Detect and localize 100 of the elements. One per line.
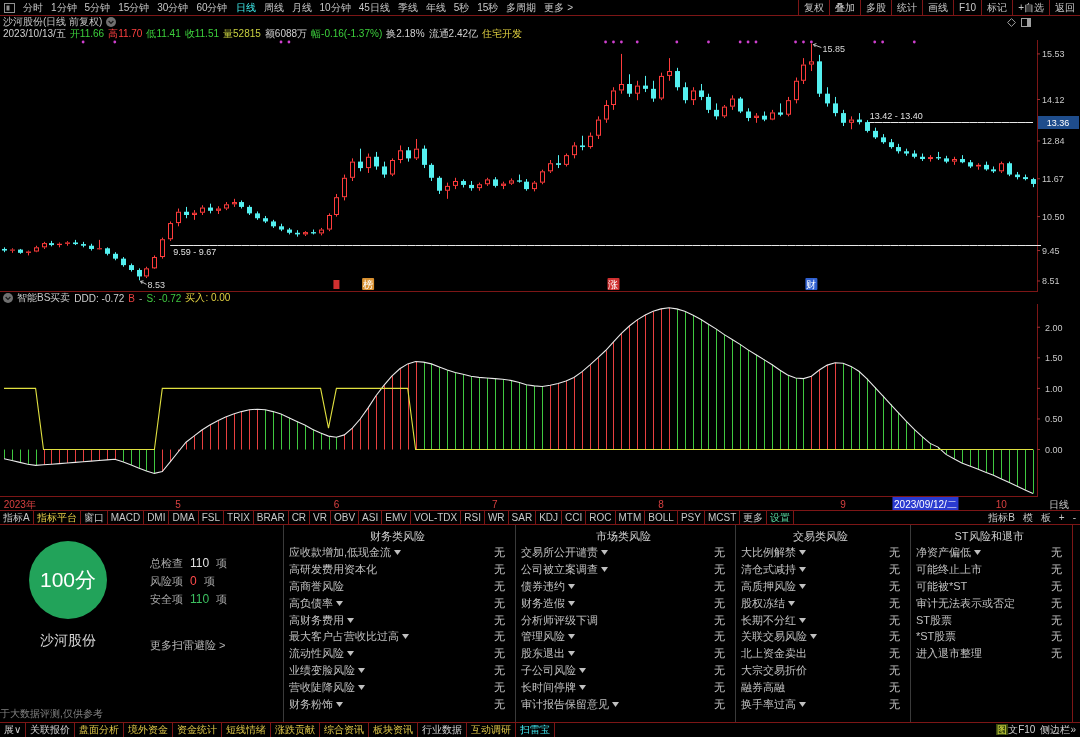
risk-item-label: 高商誉风险	[289, 578, 344, 594]
risk-item-label: 股东退出	[521, 646, 565, 662]
risk-result: 无	[1051, 629, 1062, 645]
stat-value: 110	[190, 556, 210, 570]
quote-field: 换2.18%	[386, 27, 425, 41]
quote-field: 开11.66	[69, 27, 105, 41]
quote-field: 高11.70	[108, 27, 143, 41]
risk-result: 无	[889, 595, 900, 611]
risk-result: 无	[714, 696, 725, 712]
risk-item-label: 融券高融	[741, 680, 785, 696]
indicator-axis-label: 0.00	[1045, 445, 1063, 456]
risk-result: 无	[889, 646, 900, 662]
risk-item-label: 净资产偏低	[916, 544, 971, 560]
price-tag: 13.36	[1038, 116, 1079, 129]
price-range-label: 13.42 - 13.40	[869, 111, 923, 122]
price-axis-label: 9.45	[1042, 246, 1060, 257]
period-label: 日线	[1049, 498, 1069, 510]
chart-title: 沙河股份(日线 前复权)	[3, 15, 103, 29]
price-range-label: 9.59 - 9.67	[173, 246, 217, 257]
risk-result: 无	[714, 646, 725, 662]
quote-field: 低11.41	[146, 27, 181, 41]
quote-field: 量52815	[223, 27, 261, 41]
indicator-title: 智能BS买卖	[17, 291, 71, 305]
risk-result: 无	[494, 680, 505, 696]
price-axis-label: 12.84	[1042, 136, 1065, 147]
risk-result: 无	[889, 561, 900, 577]
risk-result: 无	[714, 680, 725, 696]
indicator-reading: -	[139, 292, 143, 304]
risk-item-label: 审计报告保留意见	[521, 696, 609, 712]
indicator-reading: 买入: 0.00	[185, 291, 231, 305]
indicator-reading: S: -0.72	[146, 292, 182, 304]
risk-item-label: *ST股票	[916, 629, 957, 645]
risk-item-label: 北上资金卖出	[741, 646, 807, 662]
risk-category-title: 市场类风险	[594, 529, 652, 544]
indicator-reading: DDD: -0.72	[74, 292, 125, 304]
price-axis-label: 10.50	[1042, 212, 1065, 223]
indicator-axis-label: 1.00	[1045, 383, 1063, 394]
risk-item-label: 公司被立案调查	[521, 561, 598, 577]
score-circle: 100分	[29, 541, 107, 619]
risk-item-label: 财务造假	[521, 595, 565, 611]
risk-result: 无	[1051, 561, 1062, 577]
price-axis-label: 14.12	[1042, 95, 1065, 105]
risk-item-label: 可能被*ST	[916, 578, 968, 594]
low-price-label: 8.53	[147, 280, 166, 291]
risk-result: 无	[1051, 578, 1062, 594]
risk-item-label: 分析师评级下调	[521, 612, 598, 628]
risk-result: 无	[714, 663, 725, 679]
risk-item-label: 债券违约	[521, 578, 565, 594]
risk-item-label: 高质押风险	[741, 578, 796, 594]
risk-item-label: 管理风险	[521, 629, 565, 645]
risk-result: 无	[889, 629, 900, 645]
risk-result: 无	[1051, 612, 1062, 628]
price-axis-label: 11.67	[1042, 174, 1064, 185]
risk-item-label: 长时间停牌	[521, 680, 576, 696]
risk-item-label: 进入退市整理	[916, 646, 982, 662]
quote-field: 收11.51	[184, 27, 219, 41]
date-axis-label: 10	[995, 498, 1007, 510]
risk-item-label: 高研发费用资本化	[289, 561, 377, 577]
indicator-axis-label: 2.00	[1045, 322, 1063, 333]
risk-result: 无	[714, 561, 725, 577]
stat-label: 风险项	[150, 573, 183, 589]
quote-field: 2023/10/13/五	[3, 27, 66, 41]
indicator-axis-label: 0.50	[1045, 414, 1063, 425]
risk-result: 无	[1051, 646, 1062, 662]
risk-result: 无	[494, 595, 505, 611]
disclaimer-text: 于大数据评测,仅供参考	[0, 707, 104, 721]
risk-result: 无	[714, 544, 725, 560]
risk-item-label: 高负债率	[289, 595, 333, 611]
risk-result: 无	[1051, 595, 1062, 611]
risk-result: 无	[494, 561, 505, 577]
indicator-axis-label: 1.50	[1045, 353, 1063, 364]
risk-result: 无	[889, 612, 900, 628]
risk-category-title: ST风险和退市	[953, 529, 1025, 544]
risk-item-label: 应收款增加,低现金流	[289, 544, 392, 560]
risk-result: 无	[1051, 544, 1062, 560]
date-axis-label: 2023年	[3, 498, 36, 510]
risk-item-label: 清仓式减持	[741, 561, 796, 577]
date-axis-label: 9	[840, 498, 846, 510]
indicator-reading: B	[128, 292, 136, 304]
date-axis-label: 5	[175, 498, 181, 510]
risk-result: 无	[714, 578, 725, 594]
stat-unit: 项	[203, 573, 215, 589]
risk-result: 无	[494, 612, 505, 628]
risk-category-title: 交易类风险	[792, 529, 849, 544]
cursor-date-label: 2023/09/12/二	[892, 497, 959, 510]
risk-item-label: 高财务费用	[289, 612, 344, 628]
price-axis-label: 15.53	[1042, 49, 1065, 60]
quote-field: 住宅开发	[482, 27, 523, 41]
quote-field: 流通2.42亿	[428, 27, 479, 41]
stat-label: 安全项	[150, 591, 183, 607]
risk-result: 无	[889, 680, 900, 696]
quote-field: 幅-0.16(-1.37%)	[311, 27, 383, 41]
risk-result: 无	[889, 696, 900, 712]
stat-label: 总检查	[150, 555, 183, 571]
risk-result: 无	[494, 696, 505, 712]
risk-result: 无	[889, 544, 900, 560]
risk-item-label: 长期不分红	[741, 612, 796, 628]
risk-result: 无	[889, 578, 900, 594]
stat-value: 0	[190, 574, 197, 588]
risk-item-label: 换手率过高	[741, 696, 796, 712]
